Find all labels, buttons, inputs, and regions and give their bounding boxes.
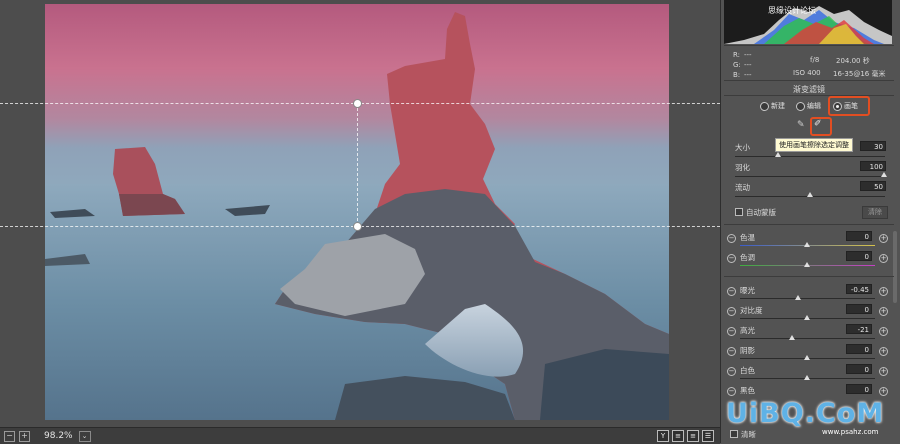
clear-button[interactable]: 清除 xyxy=(862,206,888,219)
shadows-plus-button[interactable]: + xyxy=(879,347,888,356)
gradient-bottom-pin[interactable] xyxy=(353,222,362,231)
exposure-minus-button[interactable]: − xyxy=(727,287,736,296)
mode-brush-radio[interactable] xyxy=(833,102,842,111)
copy-settings-icon[interactable]: ≡ xyxy=(687,430,699,442)
highlights-value[interactable]: -21 xyxy=(846,324,872,334)
whites-slider-thumb[interactable] xyxy=(804,375,810,380)
whites-value[interactable]: 0 xyxy=(846,364,872,374)
info-divider xyxy=(724,80,894,81)
preferences-icon[interactable]: ☰ xyxy=(702,430,714,442)
exposure-slider-track[interactable] xyxy=(740,298,875,299)
bottom-label: 清晰 xyxy=(741,430,756,439)
zoom-dropdown[interactable]: ⌄ xyxy=(78,430,91,442)
tint-value[interactable]: 0 xyxy=(846,251,872,261)
blacks-minus-button[interactable]: − xyxy=(727,387,736,396)
g-value: --- xyxy=(744,61,752,69)
whites-label: 白色 xyxy=(740,366,755,375)
zoom-out-button[interactable]: − xyxy=(4,430,15,442)
feather-slider-thumb[interactable] xyxy=(881,172,887,177)
exposure-slider-thumb[interactable] xyxy=(795,295,801,300)
brush-add-icon[interactable]: ✎ xyxy=(797,120,805,130)
shutter-value: 204.00 秒 xyxy=(836,57,870,65)
mode-new-label: 新建 xyxy=(771,102,785,110)
g-label: G: xyxy=(733,61,741,69)
shadows-label: 阴影 xyxy=(740,346,755,355)
flow-value[interactable]: 50 xyxy=(860,181,886,191)
contrast-minus-button[interactable]: − xyxy=(727,307,736,316)
size-label: 大小 xyxy=(735,143,750,152)
blacks-plus-button[interactable]: + xyxy=(879,387,888,396)
contrast-slider-thumb[interactable] xyxy=(804,315,810,320)
contrast-plus-button[interactable]: + xyxy=(879,307,888,316)
watermark-sub: www.psahz.com xyxy=(822,428,879,436)
canvas-area[interactable] xyxy=(0,0,720,427)
watermark-top: 思缘设计论坛 xyxy=(768,6,816,15)
highlights-slider-track[interactable] xyxy=(740,338,875,339)
size-slider-thumb[interactable] xyxy=(775,152,781,157)
temp-minus-button[interactable]: − xyxy=(727,234,736,243)
gradient-top-pin[interactable] xyxy=(353,99,362,108)
tint-label: 色调 xyxy=(740,253,755,262)
flow-slider-thumb[interactable] xyxy=(807,192,813,197)
panel-scrollbar[interactable] xyxy=(893,231,897,303)
temp-slider-thumb[interactable] xyxy=(804,242,810,247)
contrast-value[interactable]: 0 xyxy=(846,304,872,314)
highlights-minus-button[interactable]: − xyxy=(727,327,736,336)
b-value: --- xyxy=(744,71,752,79)
temp-plus-button[interactable]: + xyxy=(879,234,888,243)
panel-title: 渐变滤镜 xyxy=(793,85,825,94)
whites-minus-button[interactable]: − xyxy=(727,367,736,376)
feather-slider-track[interactable] xyxy=(735,176,885,177)
auto-mask-label: 自动蒙版 xyxy=(746,208,776,217)
shadows-value[interactable]: 0 xyxy=(846,344,872,354)
shadows-minus-button[interactable]: − xyxy=(727,347,736,356)
shadows-slider-thumb[interactable] xyxy=(804,355,810,360)
color-divider xyxy=(724,276,894,277)
histogram-divider xyxy=(724,45,894,46)
before-after-y-icon[interactable]: Y xyxy=(657,430,669,442)
tint-minus-button[interactable]: − xyxy=(727,254,736,263)
flow-label: 流动 xyxy=(735,183,750,192)
watermark-logo: UiBQ.CoM xyxy=(726,398,885,429)
status-bar: − + 98.2% ⌄ Y ≡ ≡ ☰ xyxy=(0,427,720,444)
size-slider-track[interactable] xyxy=(735,156,885,157)
exposure-plus-button[interactable]: + xyxy=(879,287,888,296)
feather-value[interactable]: 100 xyxy=(860,161,886,171)
r-value: --- xyxy=(744,51,752,59)
highlights-plus-button[interactable]: + xyxy=(879,327,888,336)
auto-mask-checkbox[interactable] xyxy=(735,208,743,216)
mode-edit-radio[interactable] xyxy=(796,102,805,111)
r-label: R: xyxy=(733,51,741,59)
whites-plus-button[interactable]: + xyxy=(879,367,888,376)
temp-value[interactable]: 0 xyxy=(846,231,872,241)
highlights-slider-thumb[interactable] xyxy=(789,335,795,340)
b-label: B: xyxy=(733,71,741,79)
mode-brush-label: 画笔 xyxy=(844,102,858,110)
size-value[interactable]: 30 xyxy=(860,141,886,151)
mode-edit-label: 编辑 xyxy=(807,102,821,110)
temp-label: 色温 xyxy=(740,233,755,242)
iso-value: ISO 400 xyxy=(793,69,821,77)
tint-slider-thumb[interactable] xyxy=(804,262,810,267)
contrast-label: 对比度 xyxy=(740,306,763,315)
highlights-label: 高光 xyxy=(740,326,755,335)
zoom-in-button[interactable]: + xyxy=(19,430,30,442)
zoom-level: 98.2% xyxy=(44,431,73,441)
brush-divider xyxy=(724,224,894,225)
tooltip: 使用画笔擦除选定调整 xyxy=(775,138,853,152)
lens-value: 16-35@16 毫米 xyxy=(833,70,886,78)
exposure-label: 曝光 xyxy=(740,286,755,295)
exposure-value[interactable]: -0.45 xyxy=(846,284,872,294)
blacks-value[interactable]: 0 xyxy=(846,384,872,394)
aperture-value: f/8 xyxy=(810,56,820,64)
bottom-checkbox[interactable] xyxy=(730,430,738,438)
before-after-toggle-icon[interactable]: ≡ xyxy=(672,430,684,442)
tint-plus-button[interactable]: + xyxy=(879,254,888,263)
feather-label: 羽化 xyxy=(735,163,750,172)
blacks-label: 黑色 xyxy=(740,386,755,395)
brush-erase-icon[interactable]: ✐ xyxy=(814,119,822,129)
gradient-guide-center xyxy=(357,103,358,226)
mode-new-radio[interactable] xyxy=(760,102,769,111)
